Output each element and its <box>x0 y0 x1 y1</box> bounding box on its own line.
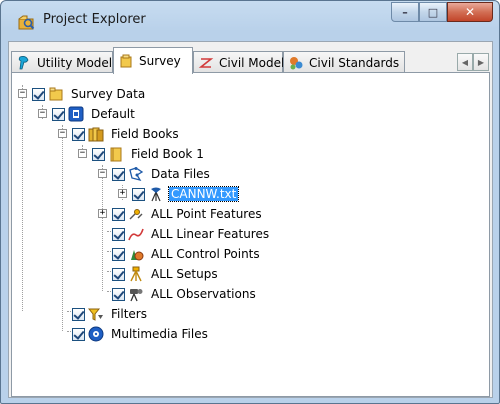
checkbox[interactable] <box>112 287 125 301</box>
tab-label: Civil Model <box>219 55 285 70</box>
data-files-icon <box>129 167 144 182</box>
collapse-toggle[interactable]: − <box>78 149 87 158</box>
tab-strip: Utility Model Survey Civil Model Civil S… <box>9 47 492 74</box>
tree-node-all-observations[interactable]: ALL Observations <box>112 285 258 303</box>
tree-node-label-selected: CANNW.txt <box>167 186 240 202</box>
tree-connector <box>22 85 23 311</box>
observations-icon <box>130 289 143 302</box>
tree-node-multimedia-files[interactable]: Multimedia Files <box>72 325 210 343</box>
tab-utility-model[interactable]: Utility Model <box>11 51 113 73</box>
checkbox[interactable] <box>72 327 85 341</box>
collapse-toggle[interactable]: − <box>98 169 107 178</box>
tree-node-all-linear-features[interactable]: ALL Linear Features <box>112 225 271 243</box>
window-title: Project Explorer <box>43 12 146 27</box>
checkbox[interactable] <box>92 147 105 161</box>
project-explorer-window: Project Explorer – □ ✕ Utility Model Sur… <box>0 0 500 404</box>
point-features-icon <box>129 209 143 220</box>
tree-node-default[interactable]: Default <box>52 105 137 123</box>
tree-node-label: Default <box>91 107 135 121</box>
collapse-toggle[interactable]: − <box>58 129 67 138</box>
project-explorer-icon <box>18 15 35 30</box>
tree-node-label: Field Book 1 <box>131 147 204 161</box>
multimedia-icon <box>88 326 104 342</box>
tree-node-label: Survey Data <box>71 87 146 101</box>
checkbox[interactable] <box>112 207 125 221</box>
close-icon: ✕ <box>464 5 476 19</box>
tree-connector <box>102 165 103 291</box>
checkbox[interactable] <box>112 167 125 181</box>
checkbox[interactable] <box>72 127 85 141</box>
tree-node-field-book-1[interactable]: Field Book 1 <box>92 145 206 163</box>
tree-node-label: Data Files <box>151 167 210 181</box>
explorer-client-area: Utility Model Survey Civil Model Civil S… <box>8 41 493 398</box>
linear-features-icon <box>128 228 144 241</box>
filters-icon <box>88 308 103 321</box>
minimize-button[interactable]: – <box>391 2 419 22</box>
tab-label: Survey <box>139 54 181 68</box>
setups-icon <box>130 266 142 282</box>
tree-node-label: ALL Point Features <box>151 207 262 221</box>
checkbox[interactable] <box>112 247 125 261</box>
tree-node-data-files[interactable]: Data Files <box>112 165 212 183</box>
tab-civil-standards[interactable]: Civil Standards <box>283 51 405 73</box>
checkbox[interactable] <box>72 307 85 321</box>
tab-scroll-buttons: ◀ ▶ <box>457 53 489 71</box>
tree-node-label: Filters <box>111 307 147 321</box>
maximize-button[interactable]: □ <box>419 2 447 22</box>
survey-folder-icon <box>120 54 132 68</box>
survey-tree: − Survey Data − Default − Field Books − … <box>12 73 489 396</box>
survey-tree-panel[interactable]: − Survey Data − Default − Field Books − … <box>11 72 490 397</box>
caption-buttons: – □ ✕ <box>391 2 493 24</box>
checkbox[interactable] <box>132 187 145 201</box>
checkbox[interactable] <box>52 107 65 121</box>
title-bar[interactable]: Project Explorer – □ ✕ <box>1 1 499 39</box>
tree-node-label: Field Books <box>111 127 179 141</box>
control-points-icon <box>131 250 144 261</box>
tab-civil-model[interactable]: Civil Model <box>193 51 285 73</box>
arrow-right-icon: ▶ <box>477 57 485 67</box>
checkbox[interactable] <box>112 227 125 241</box>
survey-project-icon <box>68 106 84 122</box>
close-button[interactable]: ✕ <box>447 2 493 22</box>
field-books-icon <box>88 127 104 142</box>
data-file-icon <box>151 187 161 202</box>
tree-node-label: Multimedia Files <box>111 327 208 341</box>
collapse-toggle[interactable]: − <box>18 89 27 98</box>
expand-toggle[interactable]: + <box>118 189 127 198</box>
utility-model-icon <box>18 55 29 69</box>
tree-node-all-point-features[interactable]: ALL Point Features <box>112 205 264 223</box>
tree-node-label: ALL Linear Features <box>151 227 270 241</box>
tree-node-label: ALL Setups <box>151 267 218 281</box>
maximize-icon: □ <box>427 5 439 19</box>
folder-icon <box>110 147 122 162</box>
tree-node-label: ALL Observations <box>151 287 256 301</box>
minimize-icon: – <box>402 5 408 19</box>
tree-node-survey-data[interactable]: Survey Data <box>32 85 147 103</box>
tree-node-all-control-points[interactable]: ALL Control Points <box>112 245 262 263</box>
expand-toggle[interactable]: + <box>98 209 107 218</box>
tree-node-filters[interactable]: Filters <box>72 305 149 323</box>
arrow-left-icon: ◀ <box>461 57 469 67</box>
folder-icon <box>49 87 63 101</box>
civil-standards-icon <box>290 56 303 69</box>
tab-survey[interactable]: Survey <box>113 47 193 74</box>
tab-label: Utility Model <box>37 55 113 70</box>
tab-label: Civil Standards <box>309 55 400 70</box>
civil-model-icon <box>198 57 214 68</box>
checkbox[interactable] <box>32 87 45 101</box>
checkbox[interactable] <box>112 267 125 281</box>
tree-node-label: ALL Control Points <box>151 247 260 261</box>
tree-node-field-books[interactable]: Field Books <box>72 125 181 143</box>
tree-node-cannw-txt[interactable]: CANNW.txt <box>132 185 240 203</box>
tree-node-all-setups[interactable]: ALL Setups <box>112 265 220 283</box>
tab-scroll-right-button[interactable]: ▶ <box>473 53 489 71</box>
tree-connector <box>62 125 63 331</box>
collapse-toggle[interactable]: − <box>38 109 47 118</box>
tab-scroll-left-button[interactable]: ◀ <box>457 53 473 71</box>
